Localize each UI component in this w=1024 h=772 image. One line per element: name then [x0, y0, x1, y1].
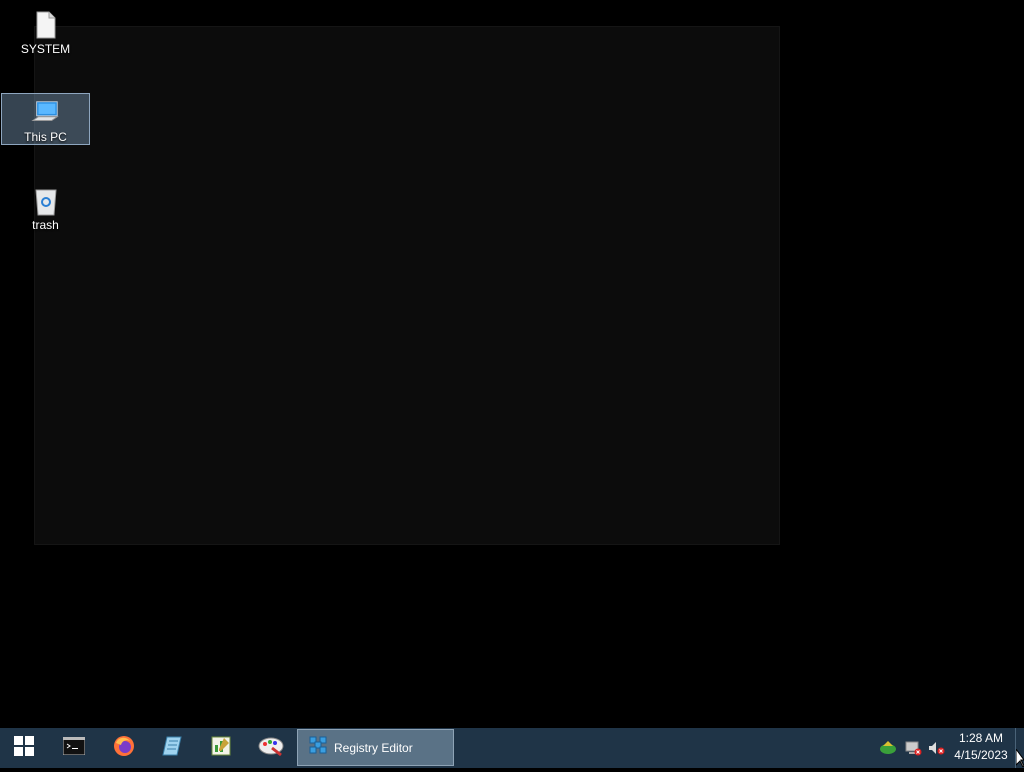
recycle-bin-icon [31, 186, 61, 216]
start-icon [14, 735, 34, 761]
desktop-icon-label: SYSTEM [20, 42, 71, 56]
desktop-icon-system[interactable]: SYSTEM [1, 5, 90, 57]
taskbar-registry-editor[interactable]: Registry Editor [297, 729, 454, 766]
start-button[interactable] [0, 728, 48, 768]
paint-icon [258, 735, 284, 762]
firefox-icon [113, 735, 135, 762]
desktop-icon-trash[interactable]: trash [1, 181, 90, 233]
taskbar-app-label: Registry Editor [334, 740, 413, 755]
taskbar: Registry Editor 1:28 AM 4/15/2023 [0, 728, 1024, 768]
clock[interactable]: 1:28 AM 4/15/2023 [948, 730, 1014, 766]
command-prompt-icon [62, 736, 86, 760]
notepad-icon [161, 735, 183, 762]
network-disconnected-icon[interactable] [904, 740, 922, 756]
desktop-icon-label: This PC [24, 130, 67, 144]
taskbar-notepad[interactable] [148, 728, 196, 768]
network-sync-icon[interactable] [879, 740, 897, 756]
clock-date: 4/15/2023 [954, 748, 1008, 762]
computer-icon [30, 98, 61, 128]
file-icon [31, 10, 61, 40]
clock-time: 1:28 AM [958, 731, 1004, 745]
taskbar-firefox[interactable] [100, 728, 148, 768]
taskbar-spreadsheet-editor[interactable] [197, 728, 245, 768]
registry-editor-icon [308, 735, 328, 760]
desktop-icon-this-pc[interactable]: This PC [1, 93, 90, 145]
spreadsheet-editor-icon [210, 735, 232, 762]
mouse-cursor-icon [1015, 747, 1024, 772]
volume-muted-icon[interactable] [927, 740, 945, 756]
taskbar-paint[interactable] [247, 728, 295, 768]
blank-window-area [34, 26, 780, 545]
desktop: SYSTEM This PC trash [0, 0, 1024, 728]
desktop-icon-label: trash [32, 218, 59, 232]
taskbar-command-prompt[interactable] [50, 728, 98, 768]
